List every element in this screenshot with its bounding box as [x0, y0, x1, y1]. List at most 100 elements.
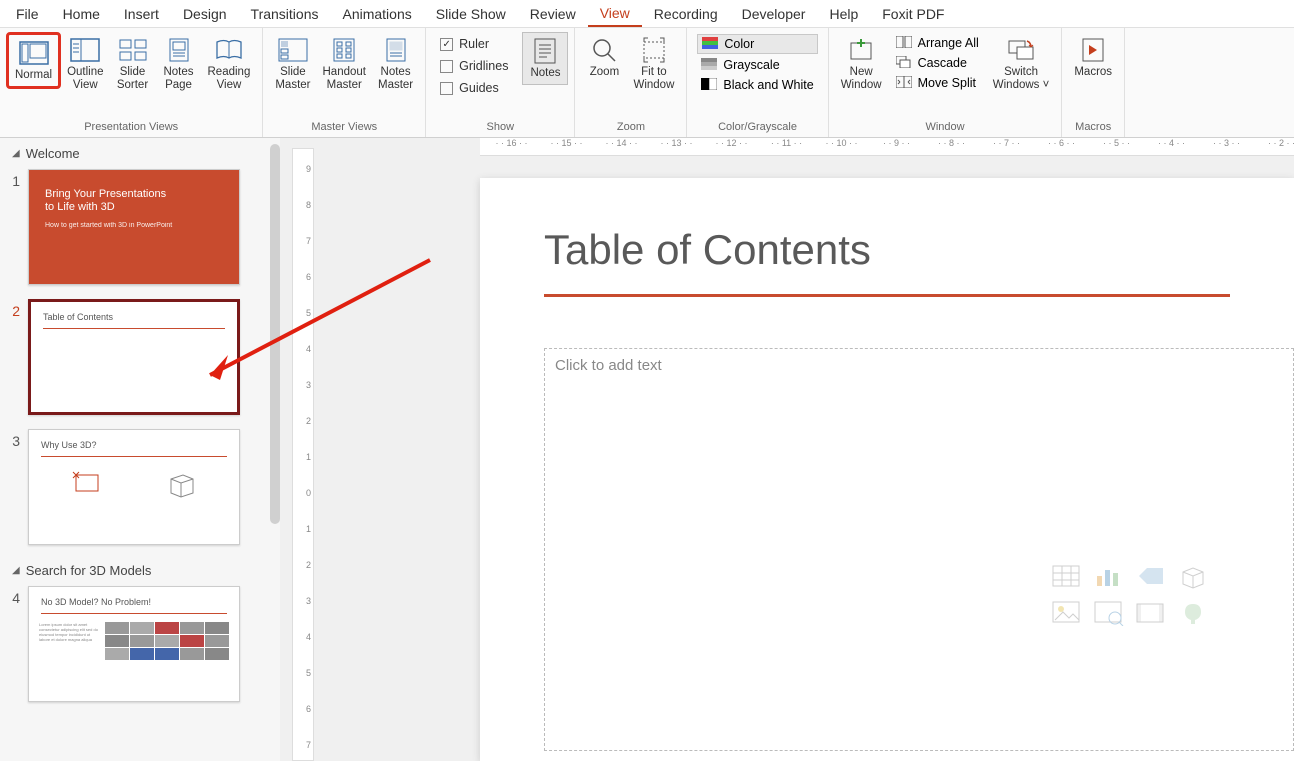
vertical-ruler: 98765432101234567	[292, 148, 314, 761]
insert-3d-icon[interactable]	[1177, 564, 1209, 590]
outline-view-label: Outline View	[67, 66, 103, 92]
color-icon	[702, 37, 718, 51]
zoom-button[interactable]: Zoom	[581, 32, 627, 83]
fit-window-label: Fit to Window	[633, 66, 674, 92]
group-master-views-label: Master Views	[269, 119, 419, 135]
cascade-button[interactable]: Cascade	[892, 54, 983, 72]
notes-master-button[interactable]: Notes Master	[372, 32, 419, 96]
thumb-row-4: 4 No 3D Model? No Problem! Lorem ipsum d…	[0, 582, 280, 712]
horizontal-ruler: · · 16 · ·· · 15 · ·· · 14 · ·· · 13 · ·…	[480, 138, 1294, 156]
color-button[interactable]: Color	[697, 34, 817, 54]
insert-online-picture-icon[interactable]	[1093, 600, 1125, 626]
menu-insert[interactable]: Insert	[112, 2, 171, 26]
black-white-button[interactable]: Black and White	[697, 76, 817, 94]
thumb1-title: Bring Your Presentations to Life with 3D	[45, 188, 223, 214]
notes-master-icon	[380, 36, 412, 64]
collapse-icon: ◢	[12, 565, 20, 576]
thumb-row-1: 1 Bring Your Presentations to Life with …	[0, 165, 280, 295]
insert-smartart-icon[interactable]	[1135, 564, 1167, 590]
notes-page-button[interactable]: Notes Page	[156, 32, 202, 96]
normal-view-button[interactable]: Normal	[6, 32, 61, 89]
switch-windows-button[interactable]: Switch Windows ˅	[987, 32, 1056, 96]
slide-thumbnail-1[interactable]: Bring Your Presentations to Life with 3D…	[28, 169, 240, 285]
insert-table-icon[interactable]	[1051, 564, 1083, 590]
slide-thumbnail-2[interactable]: Table of Contents	[28, 299, 240, 415]
collapse-icon: ◢	[12, 148, 20, 159]
menu-file[interactable]: File	[4, 2, 51, 26]
menu-transitions[interactable]: Transitions	[239, 2, 331, 26]
group-window: New Window Arrange All Cascade Move Spli…	[829, 28, 1063, 137]
insert-video-icon[interactable]	[1135, 600, 1167, 626]
menu-home[interactable]: Home	[51, 2, 112, 26]
outline-view-button[interactable]: Outline View	[61, 32, 109, 96]
menu-slideshow[interactable]: Slide Show	[424, 2, 518, 26]
split-label: Move Split	[918, 76, 976, 90]
menu-help[interactable]: Help	[817, 2, 870, 26]
notes-master-label: Notes Master	[378, 66, 413, 92]
section-welcome[interactable]: ◢ Welcome	[0, 138, 280, 165]
menu-recording[interactable]: Recording	[642, 2, 730, 26]
menu-design[interactable]: Design	[171, 2, 239, 26]
fit-window-icon	[638, 36, 670, 64]
content-placeholder[interactable]: Click to add text	[544, 348, 1294, 751]
switch-windows-icon	[1005, 36, 1037, 64]
divider	[41, 613, 227, 614]
placeholder-text: Click to add text	[545, 349, 1293, 382]
group-window-label: Window	[835, 119, 1056, 135]
zoom-icon	[588, 36, 620, 64]
notes-label: Notes	[530, 67, 560, 80]
insert-icon-icon[interactable]	[1177, 600, 1209, 626]
menu-animations[interactable]: Animations	[330, 2, 423, 26]
menu-foxit[interactable]: Foxit PDF	[870, 2, 956, 26]
menu-developer[interactable]: Developer	[730, 2, 818, 26]
checkbox-icon	[440, 82, 453, 95]
slide-canvas[interactable]: Table of Contents Click to add text	[480, 178, 1294, 761]
macros-button[interactable]: Macros	[1068, 32, 1118, 83]
new-window-button[interactable]: New Window	[835, 32, 888, 96]
slide-thumbnail-panel: ◢ Welcome 1 Bring Your Presentations to L…	[0, 138, 280, 761]
move-split-button[interactable]: Move Split	[892, 74, 983, 92]
thumb3-title: Why Use 3D?	[29, 430, 239, 454]
reading-view-button[interactable]: Reading View	[202, 32, 257, 96]
group-zoom-label: Zoom	[581, 119, 680, 135]
fit-to-window-button[interactable]: Fit to Window	[627, 32, 680, 96]
thumb-number: 1	[6, 169, 20, 189]
menu-review[interactable]: Review	[518, 2, 588, 26]
section-search3d[interactable]: ◢Search for 3D Models	[0, 555, 280, 582]
divider	[43, 328, 225, 329]
grayscale-icon	[701, 58, 717, 72]
handout-master-label: Handout Master	[323, 66, 366, 92]
split-icon	[896, 76, 912, 90]
gridlines-label: Gridlines	[459, 59, 508, 73]
ruler-label: Ruler	[459, 37, 489, 51]
group-show-label: Show	[432, 119, 568, 135]
handout-master-button[interactable]: Handout Master	[317, 32, 372, 96]
slide-sorter-button[interactable]: Slide Sorter	[110, 32, 156, 96]
grayscale-button[interactable]: Grayscale	[697, 56, 817, 74]
ruler-checkbox[interactable]: ✓ Ruler	[436, 34, 512, 54]
notes-page-icon	[163, 36, 195, 64]
insert-chart-icon[interactable]	[1093, 564, 1125, 590]
menu-view[interactable]: View	[588, 1, 642, 27]
arrange-all-button[interactable]: Arrange All	[892, 34, 983, 52]
checkbox-checked-icon: ✓	[440, 38, 453, 51]
cascade-icon	[896, 56, 912, 70]
thumb-number: 3	[6, 429, 20, 449]
thumb-number: 2	[6, 299, 20, 319]
group-master-views: Slide Master Handout Master Notes Master…	[263, 28, 426, 137]
gridlines-checkbox[interactable]: Gridlines	[436, 56, 512, 76]
slide-thumbnail-3[interactable]: Why Use 3D?	[28, 429, 240, 545]
arrange-label: Arrange All	[918, 36, 979, 50]
slide-master-button[interactable]: Slide Master	[269, 32, 316, 96]
slide-title[interactable]: Table of Contents	[480, 178, 1294, 282]
notes-button[interactable]: Notes	[522, 32, 568, 85]
guides-label: Guides	[459, 81, 499, 95]
insert-picture-icon[interactable]	[1051, 600, 1083, 626]
group-color-label: Color/Grayscale	[693, 119, 821, 135]
slide-sorter-label: Slide Sorter	[117, 66, 148, 92]
thumbnail-scrollbar[interactable]	[270, 144, 280, 524]
guides-checkbox[interactable]: Guides	[436, 78, 512, 98]
bw-label: Black and White	[723, 78, 813, 92]
section-welcome-label: Welcome	[26, 146, 80, 161]
slide-thumbnail-4[interactable]: No 3D Model? No Problem! Lorem ipsum dol…	[28, 586, 240, 702]
